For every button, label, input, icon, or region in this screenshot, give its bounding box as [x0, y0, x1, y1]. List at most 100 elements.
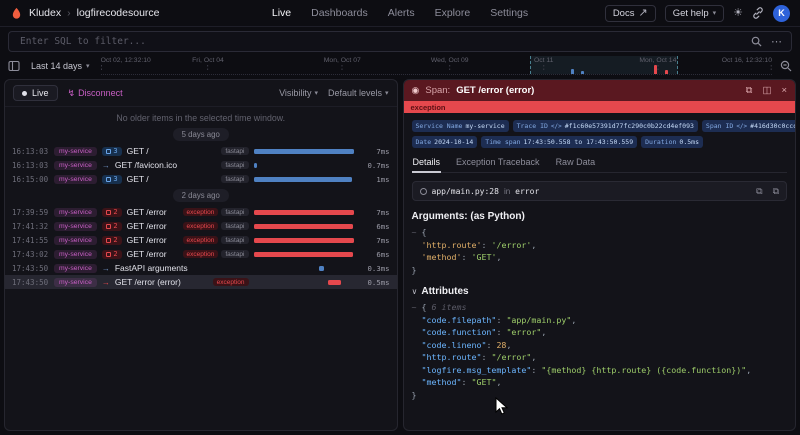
span-count-icon: [106, 177, 111, 182]
trace-label: GET /error: [127, 221, 167, 231]
span-detail-header: ◉ Span: GET /error (error) ⧉ ◫ ×: [404, 80, 796, 101]
service-tag: my-service: [54, 175, 97, 184]
trace-time: 16:13:03: [12, 161, 49, 170]
breadcrumb: Kludex › logfirecodesource: [10, 7, 160, 20]
trace-row[interactable]: 16:13:03my-service3GET /fastapi7ms: [5, 144, 397, 158]
docs-button[interactable]: Docs ↗: [605, 5, 656, 22]
trace-row[interactable]: 17:41:55my-service2GET /errorexceptionfa…: [5, 233, 397, 247]
span-count-icon: [106, 238, 111, 243]
trace-time: 17:43:50: [12, 278, 49, 287]
close-icon[interactable]: ×: [781, 85, 787, 96]
trace-row[interactable]: 16:15:00my-service3GET /fastapi1ms: [5, 172, 397, 186]
get-help-button[interactable]: Get help ▾: [665, 5, 724, 22]
duration-bar: [254, 210, 355, 215]
code-line: 'method': 'GET',: [412, 251, 788, 264]
time-divider: 2 days ago: [5, 186, 397, 205]
timeline-tick: Mon, Oct 14: [639, 57, 676, 72]
chevron-down-icon: ▾: [385, 89, 389, 97]
nav-settings[interactable]: Settings: [490, 7, 528, 19]
search-icon[interactable]: [751, 36, 762, 47]
trace-label: GET /favicon.ico: [115, 160, 177, 170]
project-name[interactable]: logfirecodesource: [77, 7, 160, 19]
attributes-code: ~ { 6 items "code.filepath": "app/main.p…: [412, 301, 788, 401]
span-meta-times: Date2024-10-14Time span17:43:50.558 to 1…: [412, 136, 788, 148]
levels-dropdown[interactable]: Default levels ▾: [328, 88, 389, 98]
timeline-tick: Wed, Oct 09: [431, 57, 469, 72]
meta-time-span: Time span17:43:50.558 to 17:43:50.559: [481, 136, 637, 148]
trace-duration: 0.5ms: [363, 278, 390, 287]
theme-toggle-icon[interactable]: ☀: [733, 8, 743, 19]
span-count-icon: [106, 252, 111, 257]
chevron-down-icon: ▾: [314, 89, 318, 97]
histogram-bar: [571, 69, 574, 74]
copy-icon[interactable]: ⧉: [773, 186, 779, 197]
traces-panel: Live ↯ Disconnect Visibility ▾ Default l…: [4, 79, 398, 431]
timeline-tick: Oct 16, 12:32:10: [722, 57, 772, 72]
source-location[interactable]: app/main.py:28 in error ⧉ ⧉: [412, 181, 788, 201]
timeline-tick: Fri, Oct 04: [192, 57, 224, 72]
span-header-label: Span:: [425, 85, 450, 96]
dock-panel-icon[interactable]: ◫: [762, 85, 771, 96]
code-line: ~ { 6 items: [412, 301, 788, 314]
nav-explore[interactable]: Explore: [435, 7, 471, 19]
more-options-icon[interactable]: ⋯: [771, 35, 782, 48]
trace-row[interactable]: 17:39:59my-service2GET /errorexceptionfa…: [5, 205, 397, 219]
avatar[interactable]: K: [773, 5, 790, 22]
visibility-dropdown[interactable]: Visibility ▾: [279, 88, 318, 98]
tab-details[interactable]: Details: [412, 154, 442, 173]
child-arrow-icon: →: [102, 161, 110, 170]
sql-filter-input[interactable]: [18, 35, 742, 48]
topbar: Kludex › logfirecodesource Live Dashboard…: [0, 0, 800, 27]
trace-row[interactable]: 17:43:02my-service2GET /errorexceptionfa…: [5, 247, 397, 261]
trace-row[interactable]: 17:43:50my-service→FastAPI arguments0.3m…: [5, 261, 397, 275]
tab-exception-traceback[interactable]: Exception Traceback: [455, 154, 541, 173]
trace-label: GET /: [127, 146, 149, 156]
nav-alerts[interactable]: Alerts: [388, 7, 415, 19]
logfire-logo-icon: [10, 7, 23, 20]
tag-pill: fastapi: [221, 147, 248, 155]
nav-dashboards[interactable]: Dashboards: [311, 7, 368, 19]
live-button[interactable]: Live: [13, 85, 58, 101]
trace-duration: 7ms: [363, 236, 390, 245]
trace-label: FastAPI arguments: [115, 263, 188, 273]
attributes-heading[interactable]: ∨ Attributes: [412, 286, 788, 297]
live-dot-icon: [22, 91, 27, 96]
duration-bar: [328, 280, 340, 285]
arguments-heading[interactable]: Arguments: (as Python): [412, 211, 788, 222]
span-meta-ids: Service Namemy-serviceTrace ID</>#f1c60e…: [412, 120, 788, 132]
trace-time: 16:13:03: [12, 147, 49, 156]
duration-bar: [254, 252, 354, 257]
time-range-dropdown[interactable]: Last 14 days ▾: [28, 59, 93, 73]
timeline[interactable]: Oct 02, 12:32:10Fri, Oct 04Mon, Oct 07We…: [101, 56, 772, 75]
trace-time: 17:41:55: [12, 236, 49, 245]
nav-live[interactable]: Live: [272, 7, 291, 19]
tag-pill: exception: [183, 236, 219, 244]
app-root: Kludex › logfirecodesource Live Dashboard…: [0, 0, 800, 435]
code-line: "logfire.msg_template": "{method} {http.…: [412, 364, 788, 377]
trace-row[interactable]: 16:13:03my-service→GET /favicon.icofasta…: [5, 158, 397, 172]
trace-duration: 6ms: [363, 222, 390, 231]
disconnect-button[interactable]: ↯ Disconnect: [68, 88, 123, 99]
share-link-icon[interactable]: [752, 7, 764, 19]
org-name[interactable]: Kludex: [29, 7, 61, 19]
traces-toolbar: Live ↯ Disconnect Visibility ▾ Default l…: [5, 80, 397, 107]
tab-raw-data[interactable]: Raw Data: [555, 154, 597, 173]
code-icon: </>: [736, 123, 747, 130]
duration-bar: [254, 224, 354, 229]
zoom-out-icon[interactable]: [780, 60, 792, 72]
trace-row[interactable]: 17:43:50my-service→GET /error (error)exc…: [5, 275, 397, 289]
code-line: "code.function": "error",: [412, 326, 788, 339]
trace-duration: 7ms: [363, 208, 390, 217]
service-tag: my-service: [54, 208, 97, 217]
span-count-badge: 2: [102, 236, 122, 245]
time-divider: 5 days ago: [5, 125, 397, 144]
chevron-down-icon: ▾: [86, 62, 90, 70]
timeline-tick: Oct 02, 12:32:10: [101, 57, 151, 72]
trace-time: 16:15:00: [12, 175, 49, 184]
duration-bar: [254, 149, 355, 154]
tag-pill: fastapi: [221, 208, 248, 216]
copy-link-icon[interactable]: ⧉: [746, 85, 753, 96]
trace-row[interactable]: 17:41:32my-service2GET /errorexceptionfa…: [5, 219, 397, 233]
panel-toggle-icon[interactable]: [8, 60, 20, 72]
copy-icon[interactable]: ⧉: [756, 186, 762, 197]
